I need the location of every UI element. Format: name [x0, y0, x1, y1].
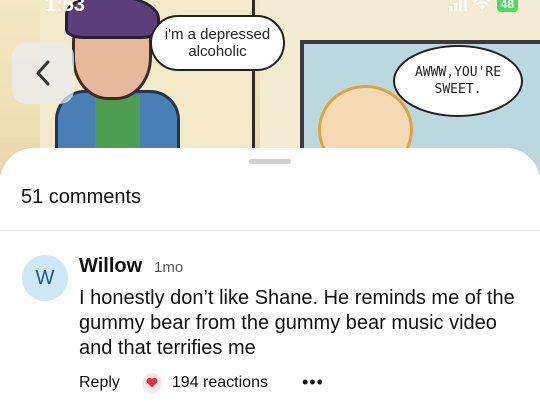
speech-bubble-left: i'm a depressed alcoholic	[150, 15, 285, 71]
comments-sheet: 51 comments W Willow 1mo I honestly don’…	[0, 148, 540, 408]
speech-bubble-right: AWWW,YOU'RE SWEET.	[393, 45, 523, 117]
avatar-initial: W	[35, 266, 55, 289]
signal-icon	[448, 0, 467, 11]
reply-button[interactable]: Reply	[79, 374, 120, 392]
comment-timestamp: 1mo	[154, 259, 184, 276]
avatar[interactable]: W	[22, 255, 68, 301]
comment-text: I honestly don’t like Shane. He reminds …	[79, 287, 515, 359]
comments-count: 51 comments	[21, 186, 142, 208]
back-button[interactable]	[12, 42, 74, 104]
status-time: 1:53	[45, 0, 86, 16]
battery-icon: 48	[496, 0, 518, 12]
divider	[0, 230, 540, 231]
wifi-icon	[472, 0, 491, 10]
reactions-count[interactable]: 194 reactions	[172, 374, 268, 392]
comment-author[interactable]: Willow	[79, 255, 142, 278]
heart-icon[interactable]	[141, 372, 162, 393]
sheet-grabber[interactable]	[249, 159, 291, 164]
chevron-left-icon	[36, 60, 50, 86]
status-icons: 48	[448, 0, 518, 12]
more-options-button[interactable]: •••	[302, 372, 324, 393]
comment-actions: Reply 194 reactions •••	[79, 372, 324, 393]
